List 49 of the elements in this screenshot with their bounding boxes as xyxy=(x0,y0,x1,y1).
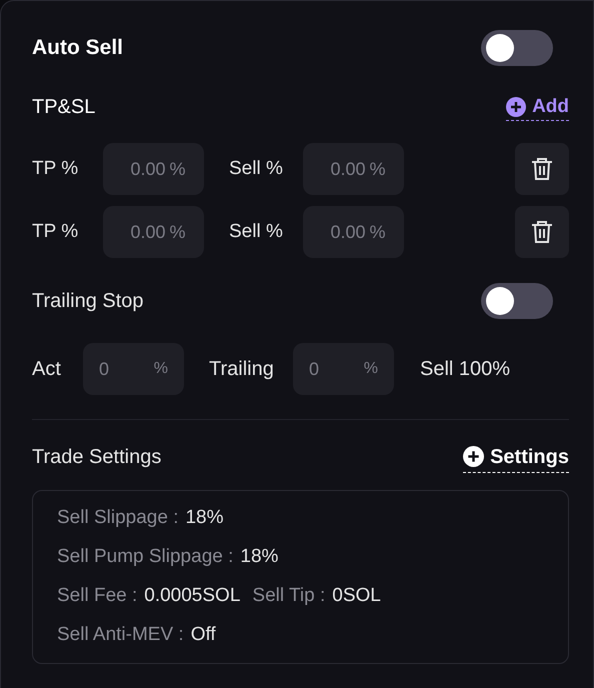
setting-value: 0.0005SOL xyxy=(144,584,240,608)
input-field[interactable]: 0 % xyxy=(83,343,184,395)
trash-icon xyxy=(531,157,553,181)
value-input[interactable]: 0 xyxy=(309,356,339,382)
percent-unit: % xyxy=(369,158,386,180)
percent-unit: % xyxy=(169,158,186,180)
field-label: TP % xyxy=(32,220,80,244)
field-label: Sell % xyxy=(229,220,284,244)
plus-circle-icon xyxy=(506,96,526,116)
value-input[interactable]: 0.00 xyxy=(321,156,366,182)
section-title: Trade Settings xyxy=(32,445,162,470)
setting-label: Sell Fee : xyxy=(57,584,138,608)
add-link[interactable]: Add xyxy=(506,94,569,120)
field-label: Trailing xyxy=(209,357,275,382)
percent-unit: % xyxy=(369,220,386,244)
value-input[interactable]: 0.00 xyxy=(321,218,366,246)
setting-label: Sell Slippage : xyxy=(57,506,178,530)
trash-icon xyxy=(531,220,553,244)
setting-value: 0SOL xyxy=(332,584,381,608)
plus-circle-icon xyxy=(463,446,484,467)
setting-value: 18% xyxy=(240,545,278,570)
section-title: Auto Sell xyxy=(32,35,124,62)
delete-button[interactable] xyxy=(515,143,569,195)
toggle-switch[interactable] xyxy=(481,30,553,66)
setting-label: Sell Anti-MEV : xyxy=(57,623,184,648)
input-field[interactable]: 0.00 % xyxy=(103,143,204,195)
field-label: Sell % xyxy=(229,156,284,181)
input-field[interactable]: 0.00 % xyxy=(303,143,404,195)
setting-label: Sell Tip : xyxy=(252,584,326,608)
value-input[interactable]: 0 xyxy=(99,356,129,382)
setting-value: 18% xyxy=(185,506,224,530)
setting-label: Sell Pump Slippage : xyxy=(57,545,234,570)
section-title: TP&SL xyxy=(32,95,96,120)
section-title: Trailing Stop xyxy=(32,289,144,314)
percent-unit: % xyxy=(169,220,186,244)
value-input[interactable]: 0.00 xyxy=(121,156,166,182)
delete-button[interactable] xyxy=(515,206,569,258)
value-input[interactable]: 0.00 xyxy=(121,218,166,246)
percent-unit: % xyxy=(154,359,168,379)
settings-link[interactable]: Settings xyxy=(463,442,569,472)
sell-amount-text: Sell 100% xyxy=(420,357,510,382)
input-field[interactable]: 0.00 % xyxy=(103,206,204,258)
field-label: Act xyxy=(32,357,62,382)
input-field[interactable]: 0.00 % xyxy=(303,206,404,258)
input-field[interactable]: 0 % xyxy=(293,343,394,395)
field-label: TP % xyxy=(32,156,80,181)
toggle-switch[interactable] xyxy=(481,283,553,319)
setting-value: Off xyxy=(190,623,216,648)
percent-unit: % xyxy=(364,359,378,379)
